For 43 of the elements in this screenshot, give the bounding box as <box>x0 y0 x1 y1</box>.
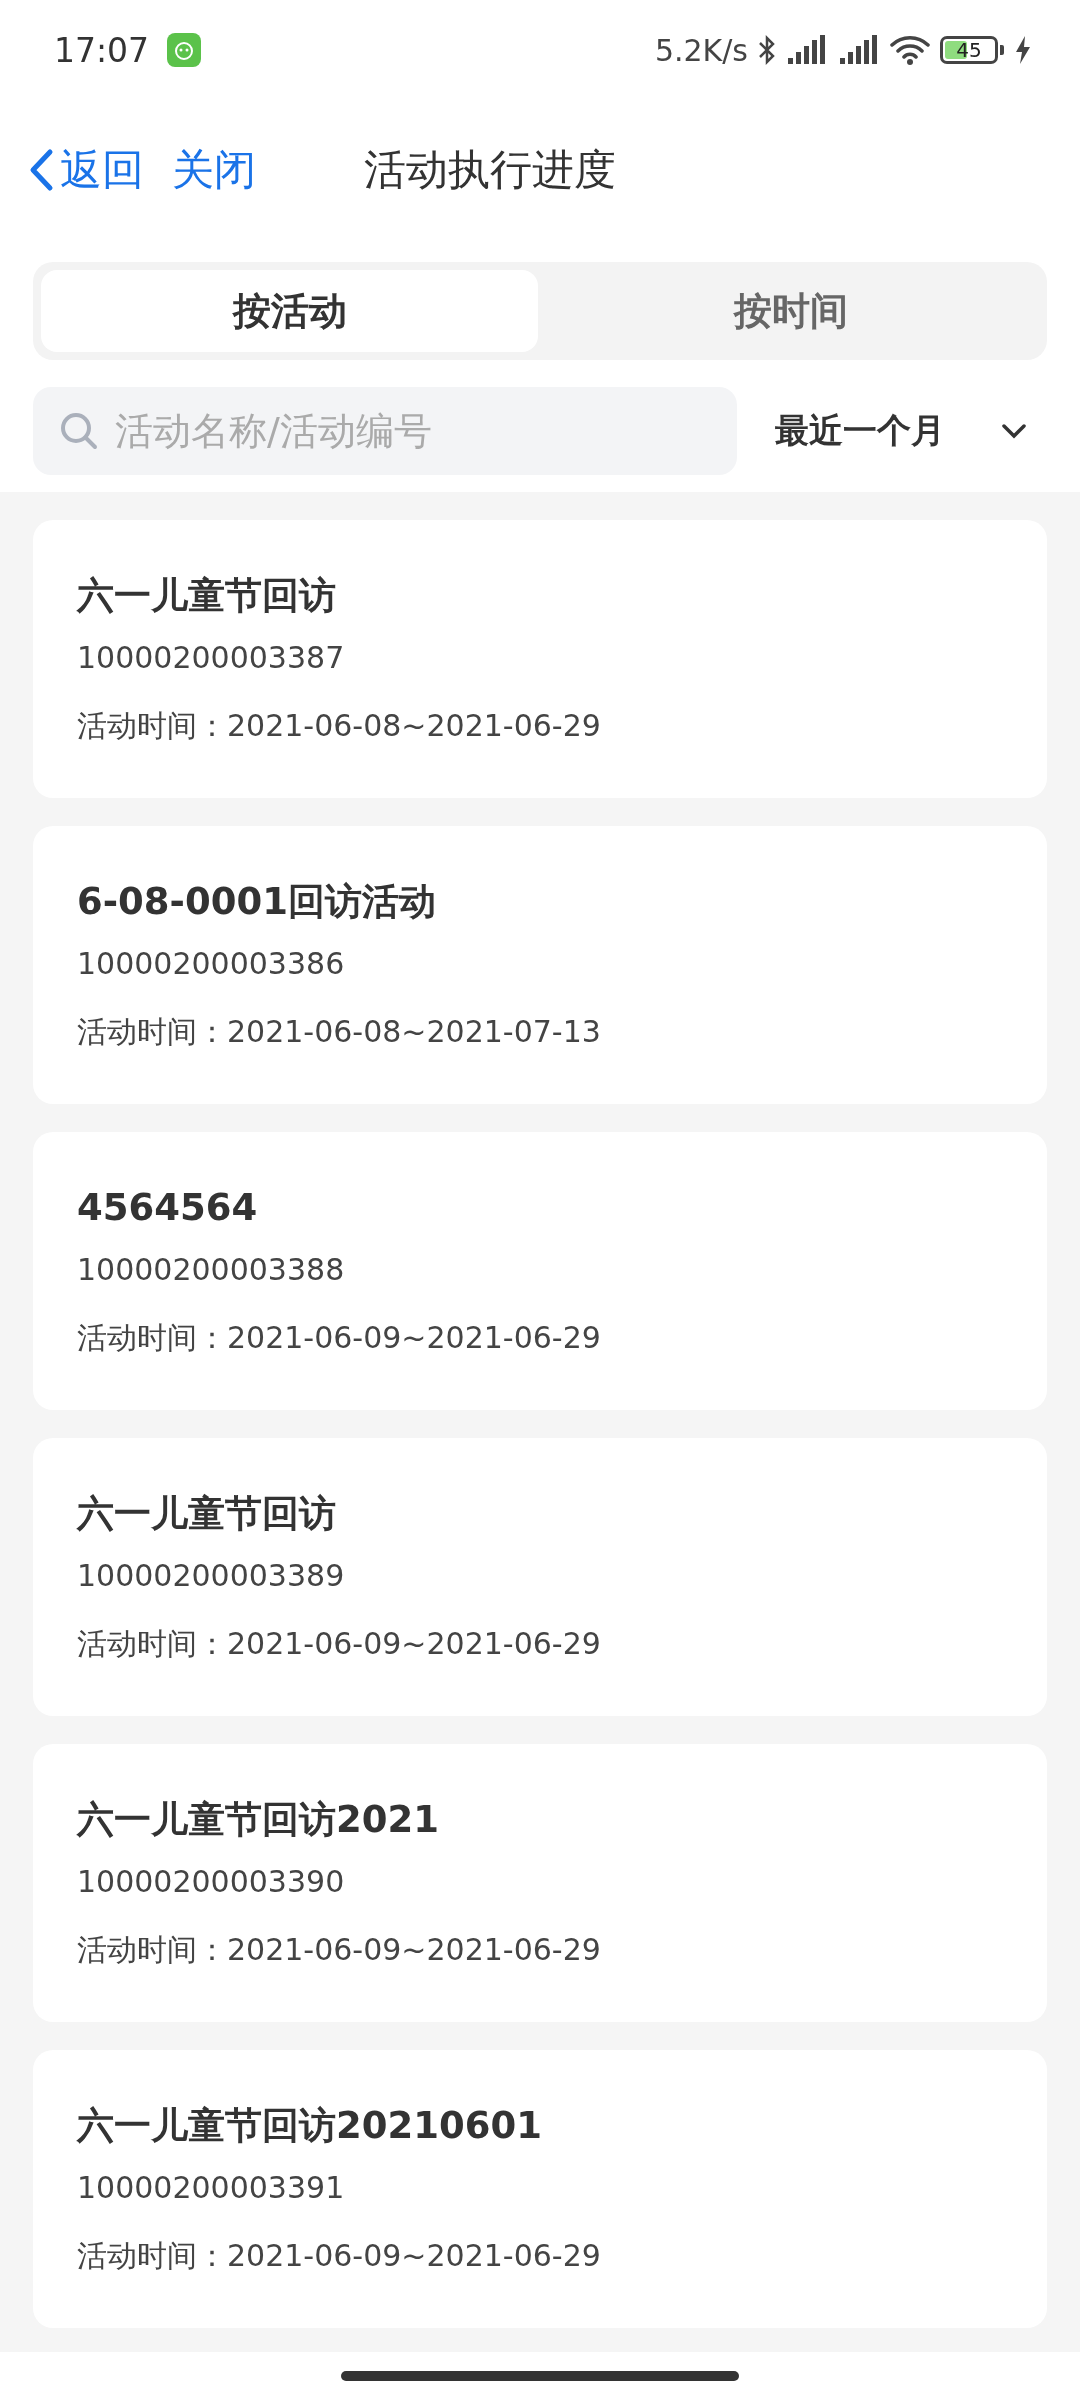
network-speed: 5.2K/s <box>654 32 748 68</box>
signal-icon <box>786 34 828 66</box>
status-time: 17:07 <box>54 30 150 70</box>
wifi-icon <box>890 34 930 66</box>
back-button[interactable]: 返回 <box>28 142 144 198</box>
activity-card[interactable]: 4564564 10000200003388 活动时间：2021-06-09~2021-06-29 <box>33 1132 1047 1410</box>
activity-name: 4564564 <box>77 1185 259 1231</box>
activity-code: 10000200003390 <box>77 1863 346 1901</box>
charging-icon <box>1014 35 1032 65</box>
activity-name: 六一儿童节回访 <box>77 573 337 619</box>
activity-card[interactable]: 六一儿童节回访2021 10000200003390 活动时间：2021-06-09~2021-06-29 <box>33 1744 1047 2022</box>
activity-code: 10000200003388 <box>77 1251 346 1289</box>
activity-time: 活动时间：2021-06-09~2021-06-29 <box>77 1625 602 1663</box>
activity-name: 6-08-0001回访活动 <box>77 879 437 925</box>
period-dropdown[interactable]: 最近一个月 <box>767 408 1047 454</box>
activity-card[interactable]: 六一儿童节回访20210601 10000200003391 活动时间：2021-06-09~2021-06-29 <box>33 2050 1047 2328</box>
activity-card[interactable]: 六一儿童节回访 10000200003389 活动时间：2021-06-09~2021-06-29 <box>33 1438 1047 1716</box>
activity-time: 活动时间：2021-06-08~2021-07-13 <box>77 1013 602 1051</box>
search-field[interactable]: 活动名称/活动编号 <box>33 387 737 475</box>
activity-name: 六一儿童节回访2021 <box>77 1797 440 1843</box>
activity-code: 10000200003386 <box>77 945 346 983</box>
activity-time: 活动时间：2021-06-08~2021-06-29 <box>77 707 602 745</box>
home-indicator[interactable] <box>341 2371 739 2381</box>
activity-code: 10000200003389 <box>77 1557 346 1595</box>
activity-card[interactable]: 6-08-0001回访活动 10000200003386 活动时间：2021-06-08~2021-07-13 <box>33 826 1047 1104</box>
activity-code: 10000200003391 <box>77 2169 346 2207</box>
activity-time: 活动时间：2021-06-09~2021-06-29 <box>77 2237 602 2275</box>
close-button[interactable]: 关闭 <box>172 142 256 198</box>
tab[interactable]: 按活动 <box>41 270 538 352</box>
activity-name: 六一儿童节回访 <box>77 1491 337 1537</box>
activity-card[interactable]: 六一儿童节回访 10000200003387 活动时间：2021-06-08~2021-06-29 <box>33 520 1047 798</box>
signal-icon <box>838 34 880 66</box>
chevron-down-icon <box>1001 423 1027 439</box>
page-title: 活动执行进度 <box>364 144 616 196</box>
bluetooth-icon <box>758 34 776 66</box>
search-icon <box>59 411 99 451</box>
activity-time: 活动时间：2021-06-09~2021-06-29 <box>77 1319 602 1357</box>
app-notification-icon <box>167 33 202 67</box>
activity-time: 活动时间：2021-06-09~2021-06-29 <box>77 1931 602 1969</box>
tab[interactable]: 按时间 <box>542 270 1039 352</box>
activity-code: 10000200003387 <box>77 639 346 677</box>
back-chevron-icon <box>28 148 54 192</box>
activity-name: 六一儿童节回访20210601 <box>77 2103 543 2149</box>
